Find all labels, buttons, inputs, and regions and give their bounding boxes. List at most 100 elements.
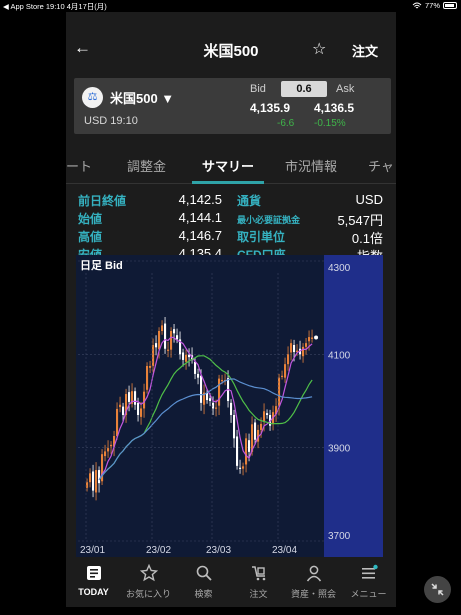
tab-chart-partial[interactable]: ート bbox=[66, 156, 92, 175]
candle-body bbox=[182, 352, 185, 360]
nav-search[interactable]: 検索 bbox=[176, 558, 231, 607]
candle-body bbox=[290, 343, 293, 353]
app-screen: ← 米国500 ☆ 注文 ⚖ 米国500 ▼ USD 19:10 Bid 0.6… bbox=[66, 12, 396, 607]
candle-body bbox=[140, 408, 143, 417]
tab-chart-partial-right[interactable]: チャ bbox=[368, 156, 394, 175]
candle-body bbox=[161, 325, 164, 331]
nav-label: 検索 bbox=[194, 589, 213, 599]
stat-value: 4,146.7 bbox=[178, 228, 222, 243]
bid-price: 4,135.9 bbox=[250, 101, 291, 115]
scales-logo-icon: ⚖ bbox=[82, 87, 103, 108]
stat-label: 通貨 bbox=[237, 194, 262, 208]
summary-stats: 前日終値 4,142.5 通貨 USD 始値 4,144.1 最小必要証拠金 5… bbox=[66, 192, 396, 264]
candle-body bbox=[170, 331, 173, 350]
candle-body bbox=[110, 444, 113, 447]
status-bar: ◀ App Store 19:10 4月17日(月) 77% bbox=[0, 0, 461, 12]
candle-body bbox=[137, 402, 140, 415]
stat-value: USD bbox=[355, 192, 383, 207]
candle-body bbox=[89, 473, 92, 483]
bottom-navigation: TODAY お気に入り 検索 注文 資産・照会 メニュー bbox=[66, 558, 396, 607]
stat-value: 4,142.5 bbox=[178, 192, 222, 207]
candle-body bbox=[116, 408, 119, 436]
order-button[interactable]: 注文 bbox=[352, 41, 378, 60]
ask-label: Ask bbox=[336, 83, 355, 95]
cart-icon bbox=[231, 558, 286, 586]
nav-favorites[interactable]: お気に入り bbox=[121, 558, 176, 607]
moving-average-mid bbox=[98, 355, 313, 481]
candle-body bbox=[86, 482, 89, 488]
candle-body bbox=[194, 361, 197, 374]
candle-body bbox=[305, 343, 308, 347]
candle-body bbox=[293, 345, 296, 352]
nav-order[interactable]: 注文 bbox=[231, 558, 286, 607]
nav-menu[interactable]: メニュー bbox=[341, 558, 396, 607]
stats-row: 始値 4,144.1 最小必要証拠金 5,547円 bbox=[66, 210, 396, 228]
candle-body bbox=[167, 349, 170, 351]
tab-summary[interactable]: サマリー bbox=[202, 156, 254, 175]
moving-average-short bbox=[98, 336, 313, 481]
quote-panel: ⚖ 米国500 ▼ USD 19:10 Bid 0.6 Ask 4,135.9 … bbox=[74, 78, 391, 134]
candle-body bbox=[263, 411, 266, 422]
status-bar-right: 77% bbox=[412, 1, 457, 10]
stat-label: 高値 bbox=[78, 230, 103, 244]
y-tick-label: 4100 bbox=[328, 350, 351, 361]
top-bar: ← 米国500 ☆ 注文 bbox=[66, 12, 396, 72]
tab-market-info[interactable]: 市況情報 bbox=[285, 156, 337, 175]
x-tick-label: 23/04 bbox=[272, 545, 297, 556]
nav-assets[interactable]: 資産・照会 bbox=[286, 558, 341, 607]
tab-adjustment[interactable]: 調整金 bbox=[127, 156, 166, 175]
nav-label: TODAY bbox=[78, 587, 109, 597]
menu-icon bbox=[341, 558, 396, 586]
y-tick-label: 3700 bbox=[328, 531, 351, 542]
y-tick-label: 3900 bbox=[328, 444, 351, 455]
battery-icon bbox=[443, 2, 457, 9]
candle-body bbox=[230, 402, 233, 415]
candle-body bbox=[302, 346, 305, 357]
nav-label: 注文 bbox=[249, 589, 268, 599]
nav-today[interactable]: TODAY bbox=[66, 558, 121, 607]
y-tick-label: 4300 bbox=[328, 263, 351, 274]
candle-body bbox=[95, 470, 98, 493]
price-chart[interactable]: 4300 4100 3900 3700 23/01 23/02 23/03 23/04 日足 B… bbox=[76, 255, 383, 557]
price-axis-panel bbox=[324, 255, 383, 557]
candle-body bbox=[128, 392, 131, 402]
favorite-star-icon[interactable]: ☆ bbox=[312, 39, 326, 59]
candle-body bbox=[176, 335, 179, 340]
wifi-icon bbox=[412, 2, 422, 8]
symbol-selector[interactable]: 米国500 ▼ bbox=[110, 88, 174, 107]
spread-badge: 0.6 bbox=[281, 81, 327, 97]
candle-body bbox=[248, 440, 251, 452]
stats-row: 高値 4,146.7 取引単位 0.1倍 bbox=[66, 228, 396, 246]
candle-body bbox=[242, 466, 245, 469]
candle-body bbox=[233, 415, 236, 439]
collapse-float-button[interactable] bbox=[424, 576, 451, 603]
price-change: -6.6 bbox=[277, 118, 295, 129]
ask-price: 4,136.5 bbox=[314, 101, 355, 115]
candle-body bbox=[221, 380, 224, 382]
candle-body bbox=[245, 438, 248, 465]
candle-body bbox=[155, 343, 158, 348]
quote-time: USD 19:10 bbox=[84, 115, 138, 127]
candle-body bbox=[173, 329, 176, 334]
candle-body bbox=[281, 375, 284, 377]
x-tick-label: 23/03 bbox=[206, 545, 231, 556]
candle-body bbox=[284, 364, 287, 378]
price-change-percent: -0.15% bbox=[314, 118, 346, 129]
candle-body bbox=[104, 451, 107, 457]
x-tick-label: 23/01 bbox=[80, 545, 105, 556]
candle-body bbox=[152, 345, 155, 366]
candle-body bbox=[119, 404, 122, 408]
stat-value: 5,547円 bbox=[337, 213, 383, 228]
stat-label: 最小必要証拠金 bbox=[237, 215, 301, 225]
star-icon bbox=[121, 558, 176, 586]
tab-bar: ート 調整金 サマリー 市況情報 チャ bbox=[66, 144, 396, 184]
last-price-marker bbox=[314, 335, 319, 340]
candle-body bbox=[260, 423, 263, 430]
stats-row: 前日終値 4,142.5 通貨 USD bbox=[66, 192, 396, 209]
stat-label: 取引単位 bbox=[237, 230, 286, 244]
candle-body bbox=[149, 366, 152, 368]
candle-body bbox=[209, 398, 212, 401]
candle-body bbox=[185, 354, 188, 362]
collapse-arrows-icon bbox=[431, 583, 444, 596]
candle-body bbox=[107, 448, 110, 452]
